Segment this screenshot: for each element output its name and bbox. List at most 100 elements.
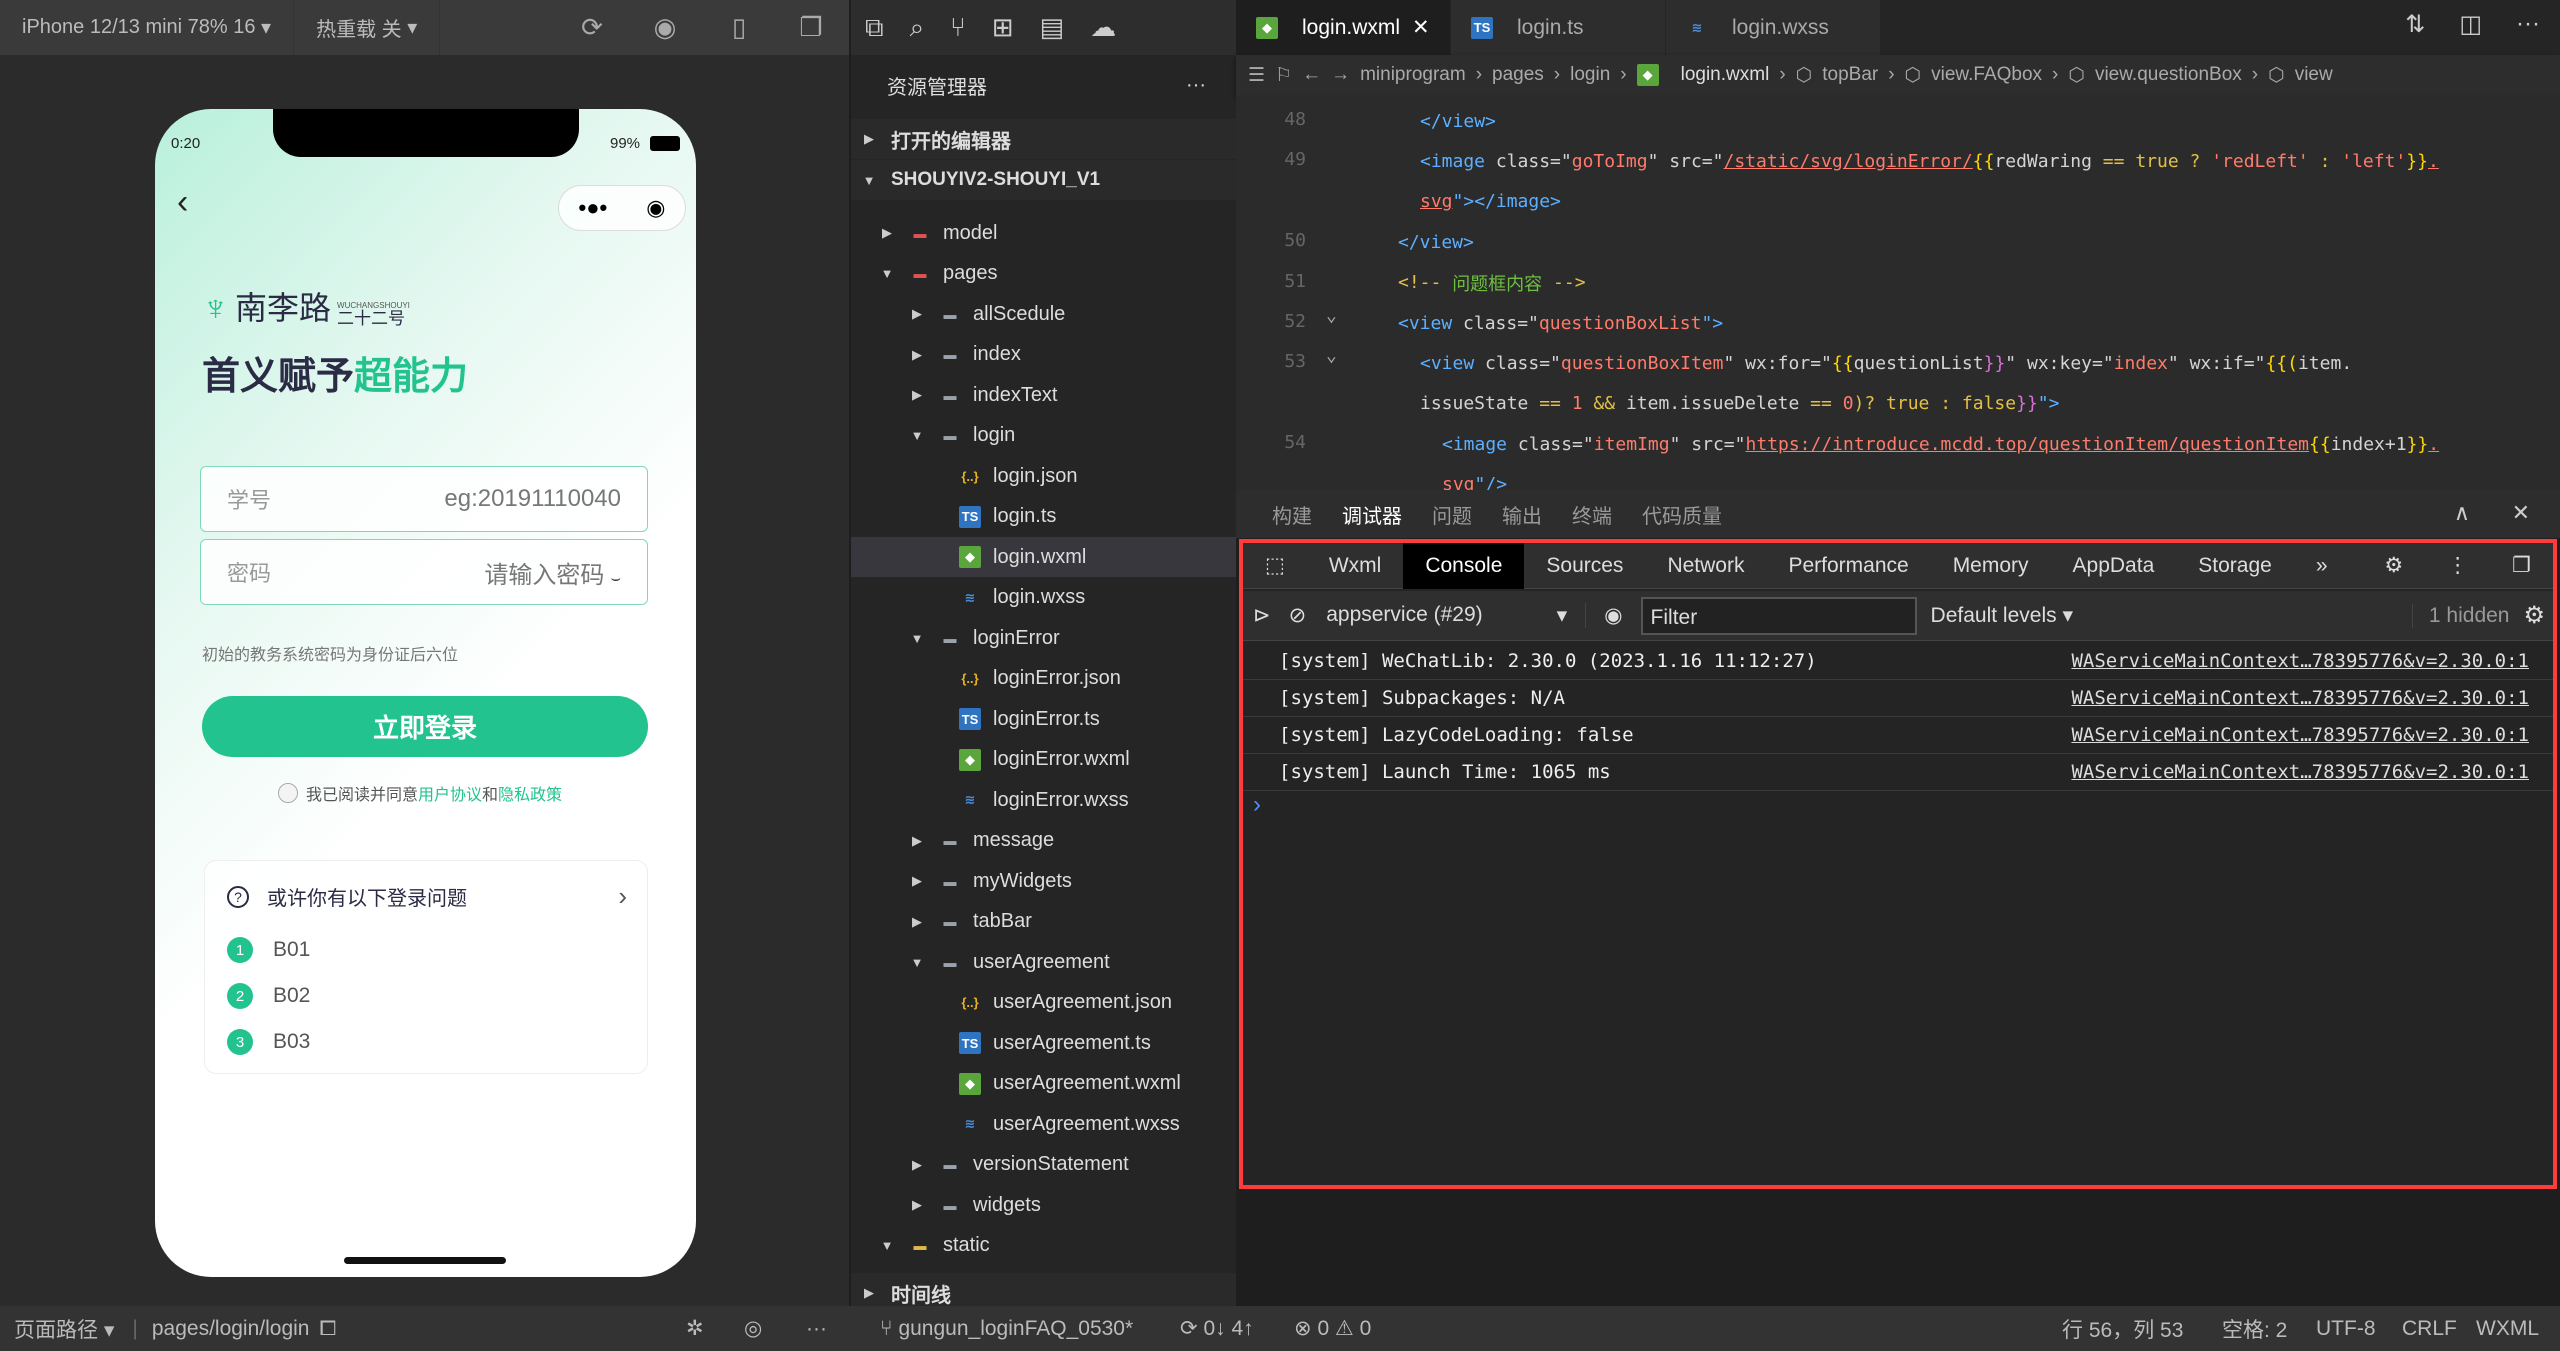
tab-login-wxss[interactable]: ≋ login.wxss — [1666, 0, 1881, 55]
breadcrumb-item[interactable]: login.wxml — [1681, 64, 1770, 86]
tab-login-ts[interactable]: TS login.ts — [1451, 0, 1666, 55]
language-mode[interactable]: WXML — [2476, 1317, 2539, 1341]
tree-item[interactable]: TS login.ts — [851, 497, 1236, 537]
panel-tab[interactable]: 问题 — [1432, 500, 1472, 529]
code-area[interactable]: 48 </view >49 <image class =" goToImg " src =" /… — [1236, 95, 2560, 490]
settings-icon[interactable]: ⚙ — [2362, 543, 2425, 589]
devtools-tab-appdata[interactable]: AppData — [2051, 543, 2177, 589]
devtools-tab-sources[interactable]: Sources — [1524, 543, 1645, 589]
tree-item[interactable]: ◆ loginError.wxml — [851, 740, 1236, 780]
more-icon[interactable]: ··· — [2516, 10, 2540, 39]
agree-checkbox[interactable] — [278, 783, 298, 803]
back-icon[interactable]: ← — [1302, 64, 1321, 86]
context-select[interactable]: appservice (#29) ▾ — [1326, 603, 1587, 628]
tree-item[interactable]: ≋ userAgreement.wxss — [851, 1104, 1236, 1144]
tree-item[interactable]: ▼ ▬ loginError — [851, 618, 1236, 658]
tree-item[interactable]: {..} login.json — [851, 456, 1236, 496]
levels-select[interactable]: Default levels ▾ — [1931, 603, 2073, 628]
search-icon[interactable]: ⌕ — [910, 12, 925, 44]
phone-icon[interactable]: ▯ — [724, 12, 754, 42]
indentation[interactable]: 空格: 2 — [2222, 1314, 2287, 1344]
tree-item[interactable]: ▶ ▬ model — [851, 213, 1236, 253]
detach-window-icon[interactable]: ❐ — [796, 12, 826, 42]
filter-input[interactable]: Filter — [1640, 596, 1917, 635]
close-miniprogram-icon[interactable]: ◉ — [646, 195, 665, 221]
tree-item[interactable]: TS loginError.ts — [851, 699, 1236, 739]
tree-item[interactable]: {..} userAgreement.json — [851, 983, 1236, 1023]
preview-icon[interactable]: ◎ — [744, 1316, 762, 1341]
encoding[interactable]: UTF-8 — [2316, 1317, 2376, 1341]
split-editor-icon[interactable]: ◫ — [2459, 10, 2482, 39]
branch[interactable]: ⑂ gungun_loginFAQ_0530* — [880, 1317, 1133, 1341]
sidebar-toggle-icon[interactable]: ⊳ — [1253, 603, 1271, 628]
devtools-tab-memory[interactable]: Memory — [1931, 543, 2051, 589]
devtools-tab-performance[interactable]: Performance — [1766, 543, 1930, 589]
tree-item[interactable]: ▶ ▬ indexText — [851, 375, 1236, 415]
eye-icon[interactable]: ◉ — [1604, 603, 1622, 628]
login-button[interactable]: 立即登录 — [202, 696, 648, 757]
faq-item[interactable]: 3 B03 — [227, 1029, 310, 1055]
eye-closed-icon[interactable]: ⌣ — [610, 570, 621, 587]
tab-login-wxml[interactable]: ◆ login.wxml ✕ — [1236, 0, 1451, 55]
close-panel-icon[interactable]: ✕ — [2512, 500, 2530, 526]
tree-item[interactable]: ▶ ▬ widgets — [851, 1185, 1236, 1225]
tree-item[interactable]: ▶ ▬ allScedule — [851, 294, 1236, 334]
bookmark-icon[interactable]: ⚐ — [1275, 64, 1292, 87]
tree-item[interactable]: ▶ ▬ myWidgets — [851, 861, 1236, 901]
tree-item[interactable]: ▶ ▬ tabBar — [851, 902, 1236, 942]
open-editors-section[interactable]: ▶ 打开的编辑器 — [851, 119, 1236, 159]
save-icon[interactable]: ▤ — [1040, 12, 1065, 43]
privacy-policy-link[interactable]: 隐私政策 — [498, 787, 562, 804]
log-source-link[interactable]: WAServiceMainContext…78395776&v=2.30.0:1 — [2071, 761, 2529, 783]
faq-item[interactable]: 1 B01 — [227, 937, 310, 963]
tree-item[interactable]: ▶ ▬ index — [851, 335, 1236, 375]
devtools-tab-wxml[interactable]: Wxml — [1307, 543, 1403, 589]
panel-tab[interactable]: 代码质量 — [1642, 500, 1722, 529]
stop-icon[interactable]: ◉ — [650, 12, 680, 42]
eol[interactable]: CRLF — [2402, 1317, 2457, 1341]
more-icon[interactable]: •●• — [579, 195, 608, 221]
page-path-select[interactable]: 页面路径 ▾ — [14, 1314, 114, 1344]
sync[interactable]: ⟳ 0↓ 4↑ — [1180, 1316, 1254, 1341]
panel-tab[interactable]: 输出 — [1502, 500, 1542, 529]
debug-icon[interactable]: ☁ — [1090, 12, 1116, 43]
forward-icon[interactable]: → — [1331, 64, 1350, 86]
tree-item[interactable]: ≋ loginError.wxss — [851, 780, 1236, 820]
breadcrumb-item[interactable]: view — [2295, 64, 2333, 86]
tree-item[interactable]: ▼ ▬ static — [851, 1226, 1236, 1266]
clear-console-icon[interactable]: ⊘ — [1289, 603, 1307, 628]
more-tabs-icon[interactable]: » — [2294, 543, 2350, 589]
back-icon[interactable]: ‹ — [177, 183, 188, 222]
project-section[interactable]: ▼ SHOUYIV2-SHOUYI_V1 — [851, 160, 1236, 200]
dock-icon[interactable]: ❐ — [2490, 543, 2553, 589]
devtools-tab-storage[interactable]: Storage — [2176, 543, 2294, 589]
tree-item[interactable]: ◆ userAgreement.wxml — [851, 1064, 1236, 1104]
hotreload-select[interactable]: 热重载 关 ▾ — [294, 0, 441, 55]
console-prompt-icon[interactable]: › — [1253, 791, 1261, 819]
refresh-icon[interactable]: ⟳ — [577, 12, 607, 42]
console-settings-icon[interactable]: ⚙ — [2523, 601, 2545, 630]
breadcrumb-item[interactable]: view.questionBox — [2095, 64, 2242, 86]
chevron-right-icon[interactable]: › — [618, 881, 627, 912]
breadcrumb-item[interactable]: pages — [1492, 64, 1544, 86]
maximize-panel-icon[interactable]: ∧ — [2454, 500, 2470, 526]
log-source-link[interactable]: WAServiceMainContext…78395776&v=2.30.0:1 — [2071, 650, 2529, 672]
panel-tab[interactable]: 调试器 — [1342, 500, 1402, 529]
problems[interactable]: ⊗ 0 ⚠ 0 — [1294, 1316, 1371, 1341]
tree-item[interactable]: ▼ ▬ userAgreement — [851, 942, 1236, 982]
password-input[interactable]: 密码 请输入密码 ⌣ — [200, 539, 648, 605]
inspect-element-icon[interactable]: ⬚ — [1243, 543, 1307, 589]
tree-item[interactable]: ▼ ▬ login — [851, 416, 1236, 456]
panel-tab[interactable]: 构建 — [1272, 500, 1312, 529]
close-tab-icon[interactable]: ✕ — [1412, 15, 1430, 40]
user-agreement-link[interactable]: 用户协议 — [418, 787, 482, 804]
cursor-position[interactable]: 行 56，列 53 — [2062, 1314, 2183, 1344]
panel-tab[interactable]: 终端 — [1572, 500, 1612, 529]
tree-item[interactable]: ◆ login.wxml — [851, 537, 1236, 577]
tree-item[interactable]: ▶ ▬ message — [851, 821, 1236, 861]
tree-item[interactable]: ≋ login.wxss — [851, 578, 1236, 618]
log-source-link[interactable]: WAServiceMainContext…78395776&v=2.30.0:1 — [2071, 687, 2529, 709]
kebab-menu-icon[interactable]: ⋮ — [2425, 543, 2490, 589]
devtools-tab-network[interactable]: Network — [1645, 543, 1766, 589]
tree-item[interactable]: TS userAgreement.ts — [851, 1023, 1236, 1063]
